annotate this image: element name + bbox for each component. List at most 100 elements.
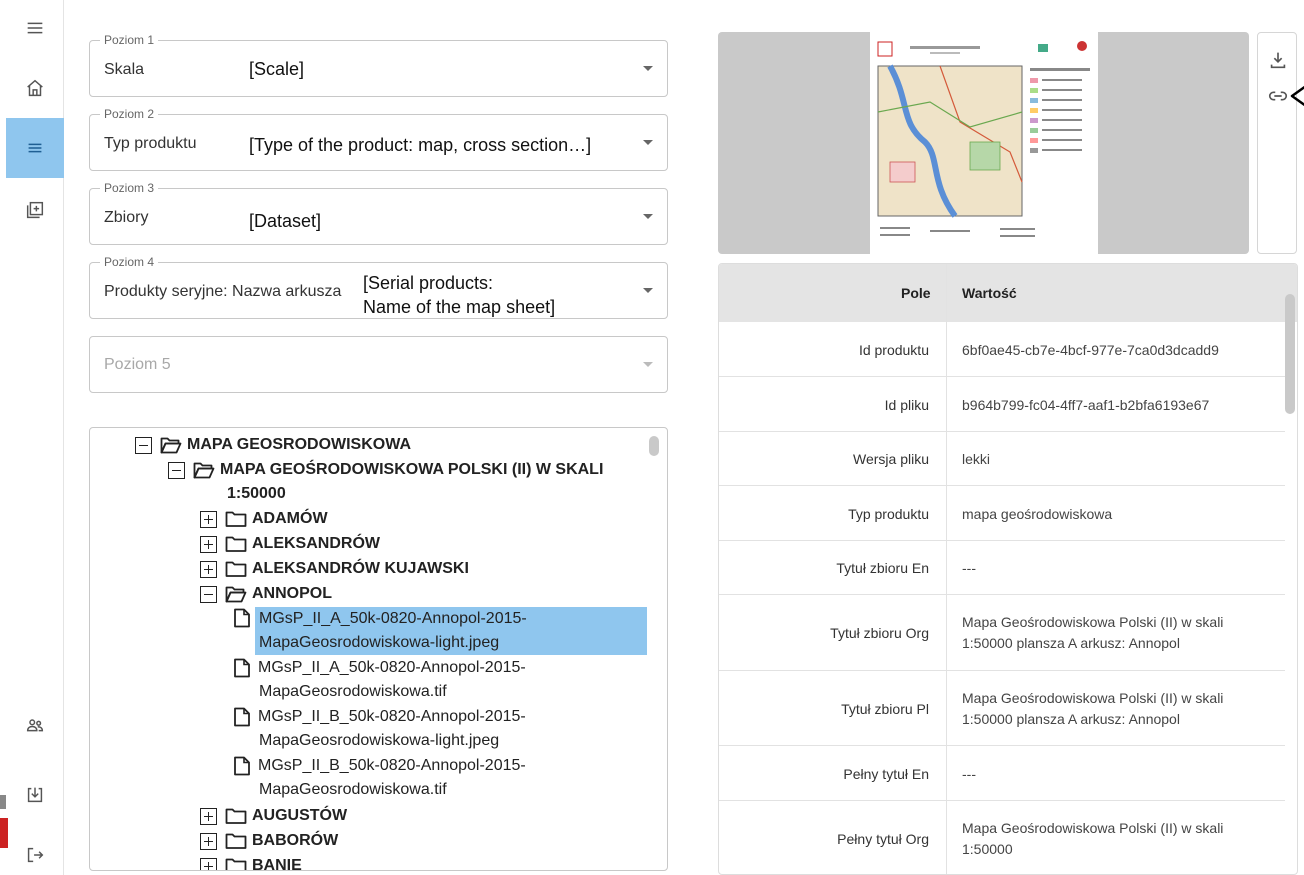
folder-open-icon xyxy=(160,437,182,454)
map-thumbnail[interactable] xyxy=(870,32,1098,254)
field-value: lekki xyxy=(962,451,991,467)
field-name: Pełny tytuł Org xyxy=(837,831,929,847)
table-row: Typ produktu mapa geośrodowiskowa xyxy=(719,486,1285,541)
level-3-select[interactable]: Poziom 3 Zbiory [Dataset] xyxy=(89,181,668,245)
file-name-line2: MapaGeosrodowiskowa.tif xyxy=(259,781,447,798)
tree-file-label: MapaGeosrodowiskowa.tif xyxy=(259,778,447,802)
level-2-legend: Poziom 2 xyxy=(100,107,159,121)
level-4-annotation-line1: [Serial products: xyxy=(363,273,494,293)
folder-open-icon xyxy=(225,586,247,603)
download-icon[interactable] xyxy=(1267,49,1289,71)
collapse-icon[interactable] xyxy=(168,462,185,479)
table-row: Tytuł zbioru Pl Mapa Geośrodowiskowa Pol… xyxy=(719,671,1285,746)
folder-icon xyxy=(225,808,247,824)
expand-icon[interactable] xyxy=(200,536,217,553)
field-name: Pełny tytuł En xyxy=(843,766,929,782)
nav-home[interactable] xyxy=(6,58,64,118)
list-icon xyxy=(28,143,42,153)
metadata-table: Pole Wartość Id produktu 6bf0ae45-cb7e-4… xyxy=(718,263,1298,875)
nav-logout[interactable] xyxy=(6,835,64,875)
level-4-legend: Poziom 4 xyxy=(100,255,159,269)
table-row: Id pliku b964b799-fc04-4ff7-aaf1-b2bfa61… xyxy=(719,377,1285,432)
field-name: Tytuł zbioru En xyxy=(836,560,929,576)
field-name: Tytuł zbioru Pl xyxy=(841,701,929,717)
field-value: 6bf0ae45-cb7e-4bcf-977e-7ca0d3dcadd9 xyxy=(962,342,1219,358)
level-1-select[interactable]: Poziom 1 Skala [Scale] xyxy=(89,33,668,97)
chevron-down-icon xyxy=(643,214,653,219)
logo-fragment xyxy=(0,795,8,848)
nav-users[interactable] xyxy=(6,696,64,756)
level-3-annotation: [Dataset] xyxy=(249,211,322,231)
level-2-select[interactable]: Poziom 2 Typ produktu [Type of the produ… xyxy=(89,107,668,171)
folder-icon xyxy=(225,858,247,870)
file-name-line1: MGsP_II_A_50k-0820-Annopol-2015- xyxy=(259,610,527,627)
table-scrollbar[interactable] xyxy=(1285,294,1295,414)
nav-import[interactable] xyxy=(6,765,64,825)
tree-node-sheet[interactable]: ALEKSANDRÓW xyxy=(200,532,380,556)
tree-node-sheet[interactable]: ADAMÓW xyxy=(200,507,328,531)
home-icon xyxy=(27,79,43,97)
chevron-down-icon xyxy=(643,362,653,367)
users-icon xyxy=(26,719,44,732)
field-value-line2: 1:50000 xyxy=(962,841,1013,857)
tree-file[interactable]: MGsP_II_A_50k-0820-Annopol-2015- xyxy=(233,656,526,680)
callout-arrow-icon xyxy=(1290,85,1304,107)
table-row: Pełny tytuł En --- xyxy=(719,746,1285,801)
level-5-placeholder: Poziom 5 xyxy=(104,356,171,373)
tree-node-sheet[interactable]: BANIE xyxy=(200,854,302,871)
level-1-annotation: [Scale] xyxy=(249,59,305,79)
expand-icon[interactable] xyxy=(200,561,217,578)
field-name: Wersja pliku xyxy=(853,451,929,467)
add-box-icon xyxy=(26,201,44,219)
tree-node-sheet[interactable]: BABORÓW xyxy=(200,829,338,853)
expand-icon[interactable] xyxy=(200,858,217,870)
preview-actions xyxy=(1257,32,1297,254)
tree-node-sheet[interactable]: AUGUSTÓW xyxy=(200,804,347,828)
file-name-line1: MGsP_II_B_50k-0820-Annopol-2015- xyxy=(258,757,526,774)
file-icon xyxy=(234,658,250,678)
field-value-line1: Mapa Geośrodowiskowa Polski (II) w skali xyxy=(962,690,1224,706)
folder-icon xyxy=(225,561,247,577)
tree-node-label: MAPA GEOSRODOWISKOWA xyxy=(187,436,411,453)
collapse-icon[interactable] xyxy=(200,586,217,603)
logout-icon xyxy=(27,847,44,863)
folder-icon xyxy=(225,511,247,527)
tree-scrollbar[interactable] xyxy=(649,436,659,456)
level-2-value: Typ produktu xyxy=(104,135,197,152)
expand-icon[interactable] xyxy=(200,808,217,825)
tree-node-root[interactable]: MAPA GEOSRODOWISKOWA xyxy=(135,433,411,457)
level-4-select[interactable]: Poziom 4 Produkty seryjne: Nazwa arkusza… xyxy=(89,255,668,319)
field-value-line1: Mapa Geośrodowiskowa Polski (II) w skali xyxy=(962,614,1224,630)
level-5-select[interactable]: Poziom 5 xyxy=(89,336,668,393)
tree-node-sheet[interactable]: ALEKSANDRÓW KUJAWSKI xyxy=(200,557,469,581)
tree-file-label: MGsP_II_A_50k-0820-Annopol-2015- xyxy=(259,607,527,631)
chevron-down-icon xyxy=(643,66,653,71)
menu-button[interactable] xyxy=(6,0,64,56)
tree-node-label: BANIE xyxy=(252,857,302,871)
level-4-value: Produkty seryjne: Nazwa arkusza xyxy=(104,283,342,300)
hamburger-icon xyxy=(27,22,43,34)
tree-file[interactable]: MGsP_II_B_50k-0820-Annopol-2015- xyxy=(233,705,526,729)
chevron-down-icon xyxy=(643,140,653,145)
tree-file[interactable]: MGsP_II_B_50k-0820-Annopol-2015- xyxy=(233,754,526,778)
tree-node-label: ANNOPOL xyxy=(252,585,332,602)
expand-icon[interactable] xyxy=(200,511,217,528)
tree-node-label: ALEKSANDRÓW xyxy=(252,535,380,552)
tree-node-sheet-annopol[interactable]: ANNOPOL xyxy=(200,582,332,606)
tree-node-series[interactable]: MAPA GEOŚRODOWISKOWA POLSKI (II) W SKALI xyxy=(168,458,603,482)
link-icon[interactable] xyxy=(1267,85,1289,107)
tree-file-label: MapaGeosrodowiskowa-light.jpeg xyxy=(259,729,499,753)
nav-add[interactable] xyxy=(6,180,64,240)
nav-list[interactable] xyxy=(6,118,64,178)
file-name-line1: MGsP_II_B_50k-0820-Annopol-2015- xyxy=(258,708,526,725)
tree-node-label: 1:50000 xyxy=(227,485,286,502)
table-header: Pole Wartość xyxy=(719,264,1297,322)
folder-icon xyxy=(225,833,247,849)
level-2-annotation: [Type of the product: map, cross section… xyxy=(249,135,592,155)
expand-icon[interactable] xyxy=(200,833,217,850)
collapse-icon[interactable] xyxy=(135,437,152,454)
field-value: --- xyxy=(962,560,976,576)
tree-file-label: MapaGeosrodowiskowa.tif xyxy=(259,680,447,704)
table-row: Tytuł zbioru Org Mapa Geośrodowiskowa Po… xyxy=(719,595,1285,671)
folder-icon xyxy=(225,536,247,552)
